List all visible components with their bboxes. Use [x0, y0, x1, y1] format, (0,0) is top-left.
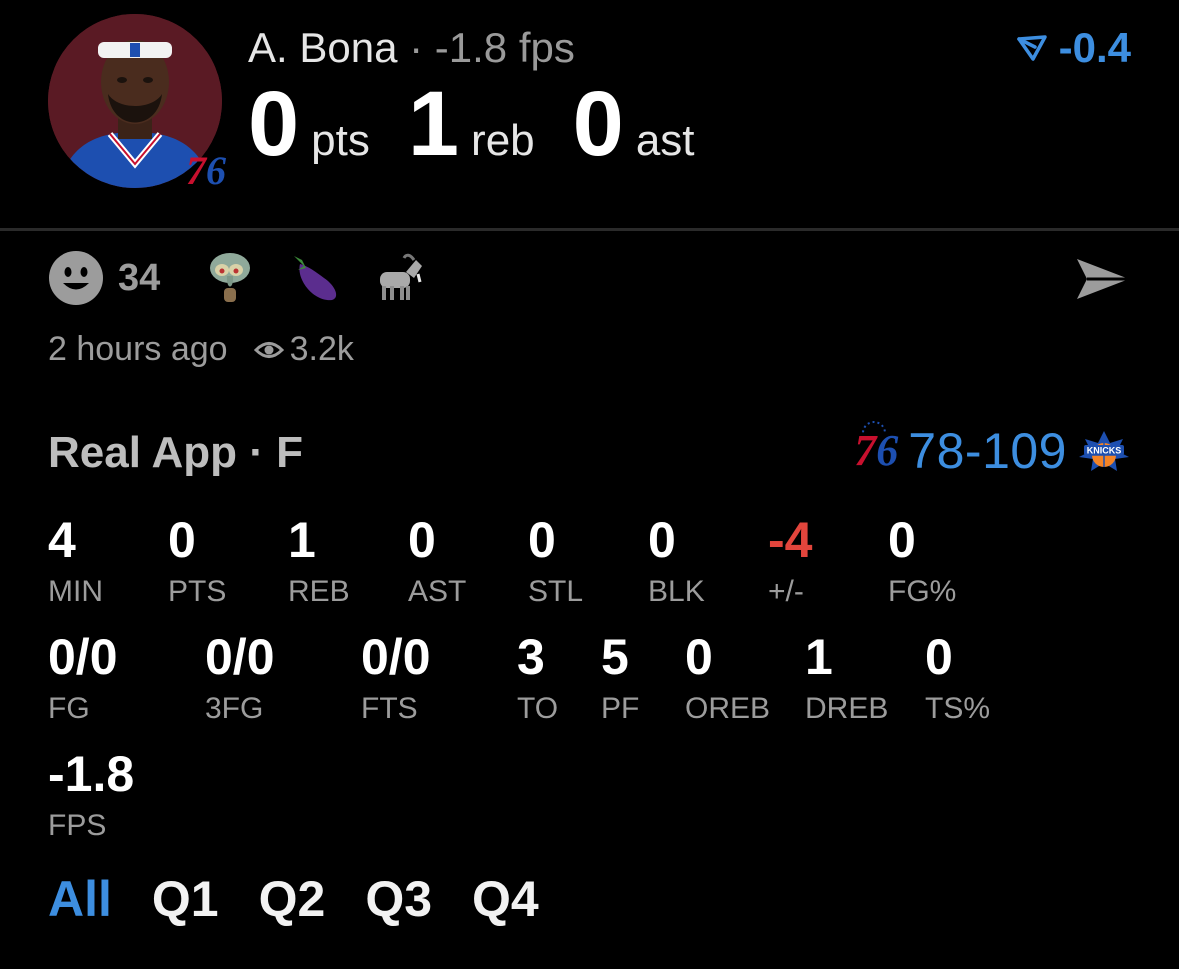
game-title: Real App · F: [48, 428, 304, 477]
stat-label: AST: [408, 575, 467, 608]
stat-value: 3: [517, 629, 545, 685]
stat-fts: 0/0 FTS: [361, 632, 431, 726]
stat-label: PF: [601, 692, 640, 725]
share-icon[interactable]: [1075, 255, 1131, 303]
player-avatar[interactable]: 76: [48, 14, 226, 193]
stat-value: 1: [805, 629, 833, 685]
team-badge-76: 76: [186, 148, 226, 193]
stars-icon: [862, 421, 887, 433]
stat-fg: 0/0 FG: [48, 632, 118, 726]
tab-q4[interactable]: Q4: [472, 870, 539, 928]
stat-ts-pct: 0 TS%: [925, 632, 990, 726]
stat-value: 5: [601, 629, 629, 685]
stat-value: -1.8: [48, 746, 135, 802]
squidward-icon[interactable]: [202, 250, 258, 306]
headline-ast-unit: ast: [635, 116, 695, 165]
stat-min: 4 MIN: [48, 515, 103, 609]
stat-pf: 5 PF: [601, 632, 639, 726]
headline-reb-unit: reb: [471, 116, 535, 165]
views-count: 3.2k: [289, 330, 354, 368]
stat-pts: 0 PTS: [168, 515, 226, 609]
headline-reb-value: 1: [407, 73, 460, 175]
stat-value: 0: [648, 512, 676, 568]
team-badge-text: 6: [206, 148, 226, 193]
stat-label: MIN: [48, 575, 103, 608]
reactions-bar: 34: [48, 250, 454, 306]
stat-label: STL: [528, 575, 584, 608]
goat-icon[interactable]: [370, 250, 426, 306]
stat-label: +/-: [768, 575, 804, 608]
stat-ast: 0 AST: [408, 515, 466, 609]
eye-icon: [253, 341, 284, 358]
stat-label: DREB: [805, 692, 889, 725]
stat-label: REB: [288, 575, 350, 608]
stat-stl: 0 STL: [528, 515, 583, 609]
trend-indicator: -0.4: [1015, 24, 1131, 72]
stat-value: 0: [168, 512, 196, 568]
stat-fps: -1.8 FPS: [48, 749, 134, 843]
reaction-count: 34: [118, 256, 161, 299]
stat-value: 0: [925, 629, 953, 685]
stat-fg-pct: 0 FG%: [888, 515, 956, 609]
tab-q2[interactable]: Q2: [259, 870, 326, 928]
trend-value: -0.4: [1058, 24, 1131, 71]
tab-all[interactable]: All: [48, 870, 112, 928]
player-fps: -1.8 fps: [434, 24, 575, 71]
game-score[interactable]: 76 78-109 KNICKS: [854, 421, 1131, 480]
stat-oreb: 0 OREB: [685, 632, 770, 726]
stat-to: 3 TO: [517, 632, 558, 726]
headline-pts-unit: pts: [311, 116, 370, 165]
stat-blk: 0 BLK: [648, 515, 705, 609]
title-separator: ·: [409, 24, 424, 71]
period-tabs: All Q1 Q2 Q3 Q4: [48, 870, 539, 928]
headline-ast-value: 0: [572, 73, 624, 175]
trend-down-icon: [1016, 35, 1047, 61]
stat-value: 0: [685, 629, 713, 685]
stat-plus-minus: -4 +/-: [768, 515, 812, 609]
stat-label: 3FG: [205, 692, 264, 725]
stat-label: TO: [517, 692, 559, 725]
headline-stats: 0 pts 1 reb 0 ast: [248, 78, 733, 170]
stat-value: 0: [408, 512, 436, 568]
stat-label: BLK: [648, 575, 705, 608]
stat-label: TS%: [925, 692, 991, 725]
stat-value: 0/0: [361, 629, 431, 685]
stat-reb: 1 REB: [288, 515, 350, 609]
stat-value: 0: [888, 512, 916, 568]
stat-value: -4: [768, 512, 813, 568]
stat-value: 0: [528, 512, 556, 568]
stat-label: FG%: [888, 575, 957, 608]
views-count-wrap: 3.2k: [253, 330, 354, 369]
stat-value: 4: [48, 512, 76, 568]
score-value: 78-109: [908, 423, 1067, 479]
headline-pts-value: 0: [248, 73, 300, 175]
knicks-logo: KNICKS: [1079, 431, 1129, 471]
tab-q1[interactable]: Q1: [152, 870, 219, 928]
stat-3fg: 0/0 3FG: [205, 632, 275, 726]
header-divider: [0, 228, 1179, 231]
player-title: A. Bona · -1.8 fps: [248, 24, 575, 72]
smiley-face-icon[interactable]: [48, 250, 104, 306]
post-time: 2 hours ago: [48, 330, 228, 368]
stat-label: OREB: [685, 692, 771, 725]
home-team-logo: 76: [854, 421, 898, 473]
eggplant-icon[interactable]: [286, 250, 342, 306]
post-meta: 2 hours ago 3.2k: [48, 330, 354, 369]
stat-label: PTS: [168, 575, 227, 608]
knicks-logo-text: KNICKS: [1087, 446, 1122, 456]
stat-label: FG: [48, 692, 90, 725]
tab-q3[interactable]: Q3: [365, 870, 432, 928]
stat-value: 0/0: [48, 629, 118, 685]
stat-dreb: 1 DREB: [805, 632, 888, 726]
stat-label: FTS: [361, 692, 418, 725]
player-name[interactable]: A. Bona: [248, 24, 397, 71]
stat-label: FPS: [48, 809, 107, 842]
stat-value: 0/0: [205, 629, 275, 685]
stat-value: 1: [288, 512, 316, 568]
